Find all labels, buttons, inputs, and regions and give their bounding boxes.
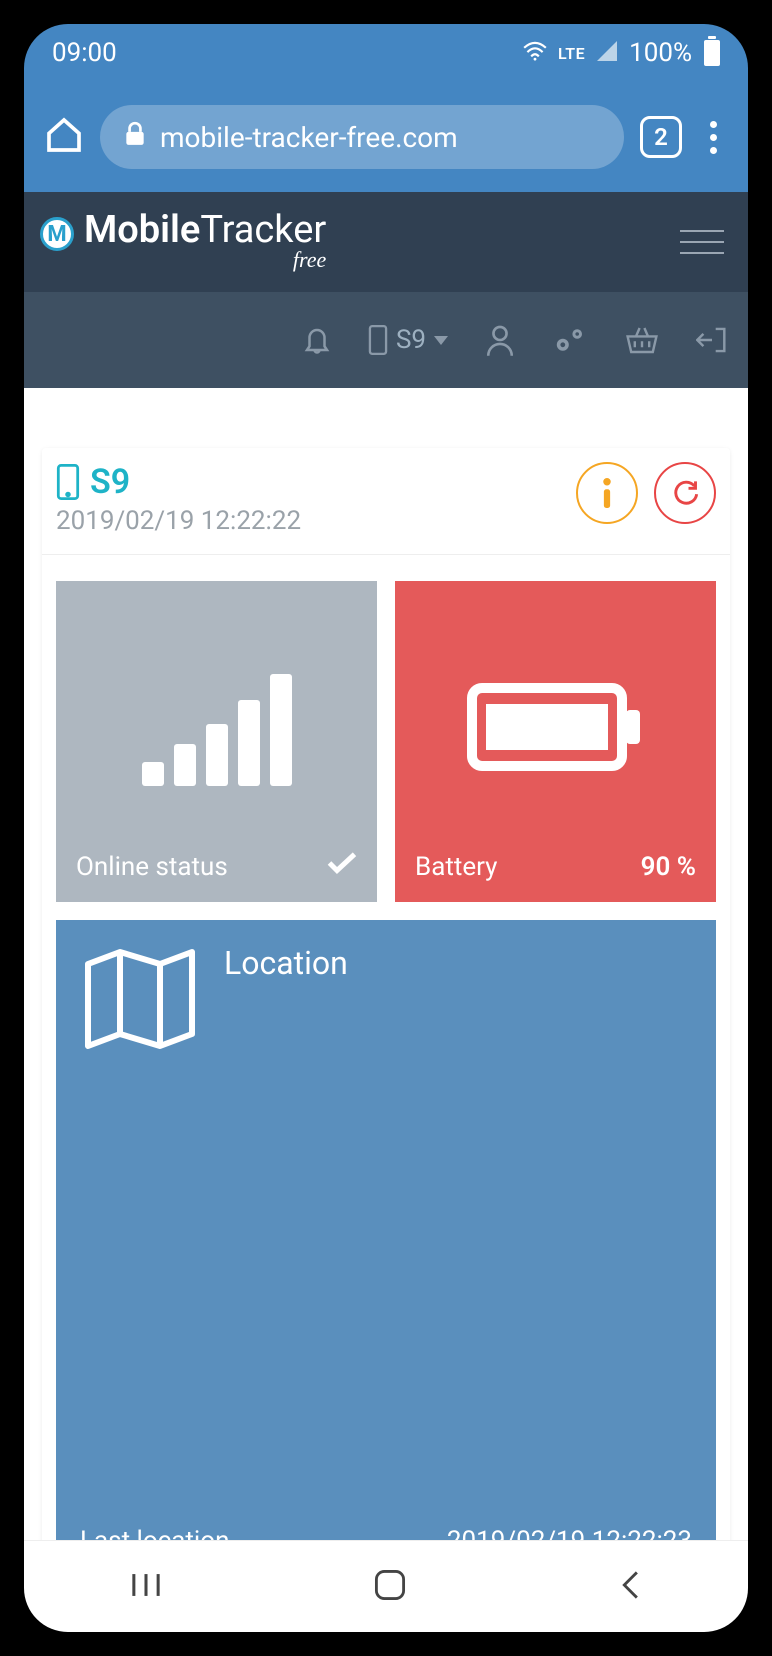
battery-value: 90 % xyxy=(641,852,696,882)
menu-button[interactable] xyxy=(680,230,724,254)
refresh-icon xyxy=(671,479,699,507)
device-name: S9 xyxy=(90,462,130,502)
tab-count-button[interactable]: 2 xyxy=(640,116,682,158)
refresh-button[interactable] xyxy=(654,462,716,524)
phone-frame: 09:00 LTE 100% mobil xyxy=(0,0,772,1656)
notifications-icon[interactable] xyxy=(302,323,332,357)
last-location-timestamp: 2019/02/19 12:22:23 xyxy=(447,1526,692,1540)
home-button[interactable] xyxy=(373,1568,407,1606)
status-right: LTE 100% xyxy=(522,38,720,68)
tiles-row: Online status Battery 90 % xyxy=(56,581,716,902)
device-selector[interactable]: S9 xyxy=(368,325,448,355)
app-header: M MobileTracker free xyxy=(24,192,748,292)
browser-bar: mobile-tracker-free.com 2 xyxy=(24,82,748,192)
browser-menu-icon[interactable] xyxy=(698,121,728,154)
chevron-down-icon xyxy=(434,336,448,345)
cell-signal-icon xyxy=(595,38,619,68)
phone-screen: 09:00 LTE 100% mobil xyxy=(24,24,748,1632)
settings-icon[interactable] xyxy=(552,324,588,356)
profile-icon[interactable] xyxy=(484,323,516,357)
device-selector-label: S9 xyxy=(396,325,426,355)
tile-online-status[interactable]: Online status xyxy=(56,581,377,902)
device-timestamp: 2019/02/19 12:22:22 xyxy=(56,506,301,536)
last-location-label: Last location xyxy=(80,1526,229,1540)
wifi-icon xyxy=(522,38,548,68)
status-time: 09:00 xyxy=(52,38,117,68)
tab-count-value: 2 xyxy=(654,123,668,151)
battery-icon xyxy=(704,40,720,66)
basket-icon[interactable] xyxy=(624,325,660,355)
lock-icon xyxy=(124,121,146,154)
sub-nav: S9 xyxy=(24,292,748,388)
url-bar[interactable]: mobile-tracker-free.com xyxy=(100,105,624,169)
tile-battery[interactable]: Battery 90 % xyxy=(395,581,716,902)
device-panel: S9 2019/02/19 12:22:22 xyxy=(42,448,730,1540)
logo-text: MobileTracker xyxy=(84,211,326,249)
back-button[interactable] xyxy=(617,1569,643,1605)
home-icon[interactable] xyxy=(44,115,84,159)
logout-icon[interactable] xyxy=(696,325,728,355)
recents-button[interactable] xyxy=(129,1570,163,1604)
info-button[interactable] xyxy=(576,462,638,524)
logo-badge-icon: M xyxy=(40,217,74,251)
location-title: Location xyxy=(224,944,348,982)
phone-icon xyxy=(56,464,80,500)
url-text: mobile-tracker-free.com xyxy=(160,121,458,154)
network-label: LTE xyxy=(558,44,585,63)
system-nav-bar xyxy=(24,1540,748,1632)
panel-header: S9 2019/02/19 12:22:22 xyxy=(56,462,716,536)
app-logo[interactable]: M MobileTracker free xyxy=(40,211,326,273)
info-icon xyxy=(600,478,614,508)
check-icon xyxy=(327,851,357,882)
status-bar: 09:00 LTE 100% xyxy=(24,24,748,82)
tile-location[interactable]: Location Last location 2019/02/19 12:22:… xyxy=(56,920,716,1540)
map-icon xyxy=(80,944,200,1058)
online-status-label: Online status xyxy=(76,852,228,882)
content-area: S9 2019/02/19 12:22:22 xyxy=(24,388,748,1540)
battery-percent: 100% xyxy=(629,38,692,68)
battery-tile-icon xyxy=(415,601,696,852)
signal-icon xyxy=(76,601,357,851)
battery-label: Battery xyxy=(415,852,497,882)
device-title: S9 xyxy=(56,462,301,502)
